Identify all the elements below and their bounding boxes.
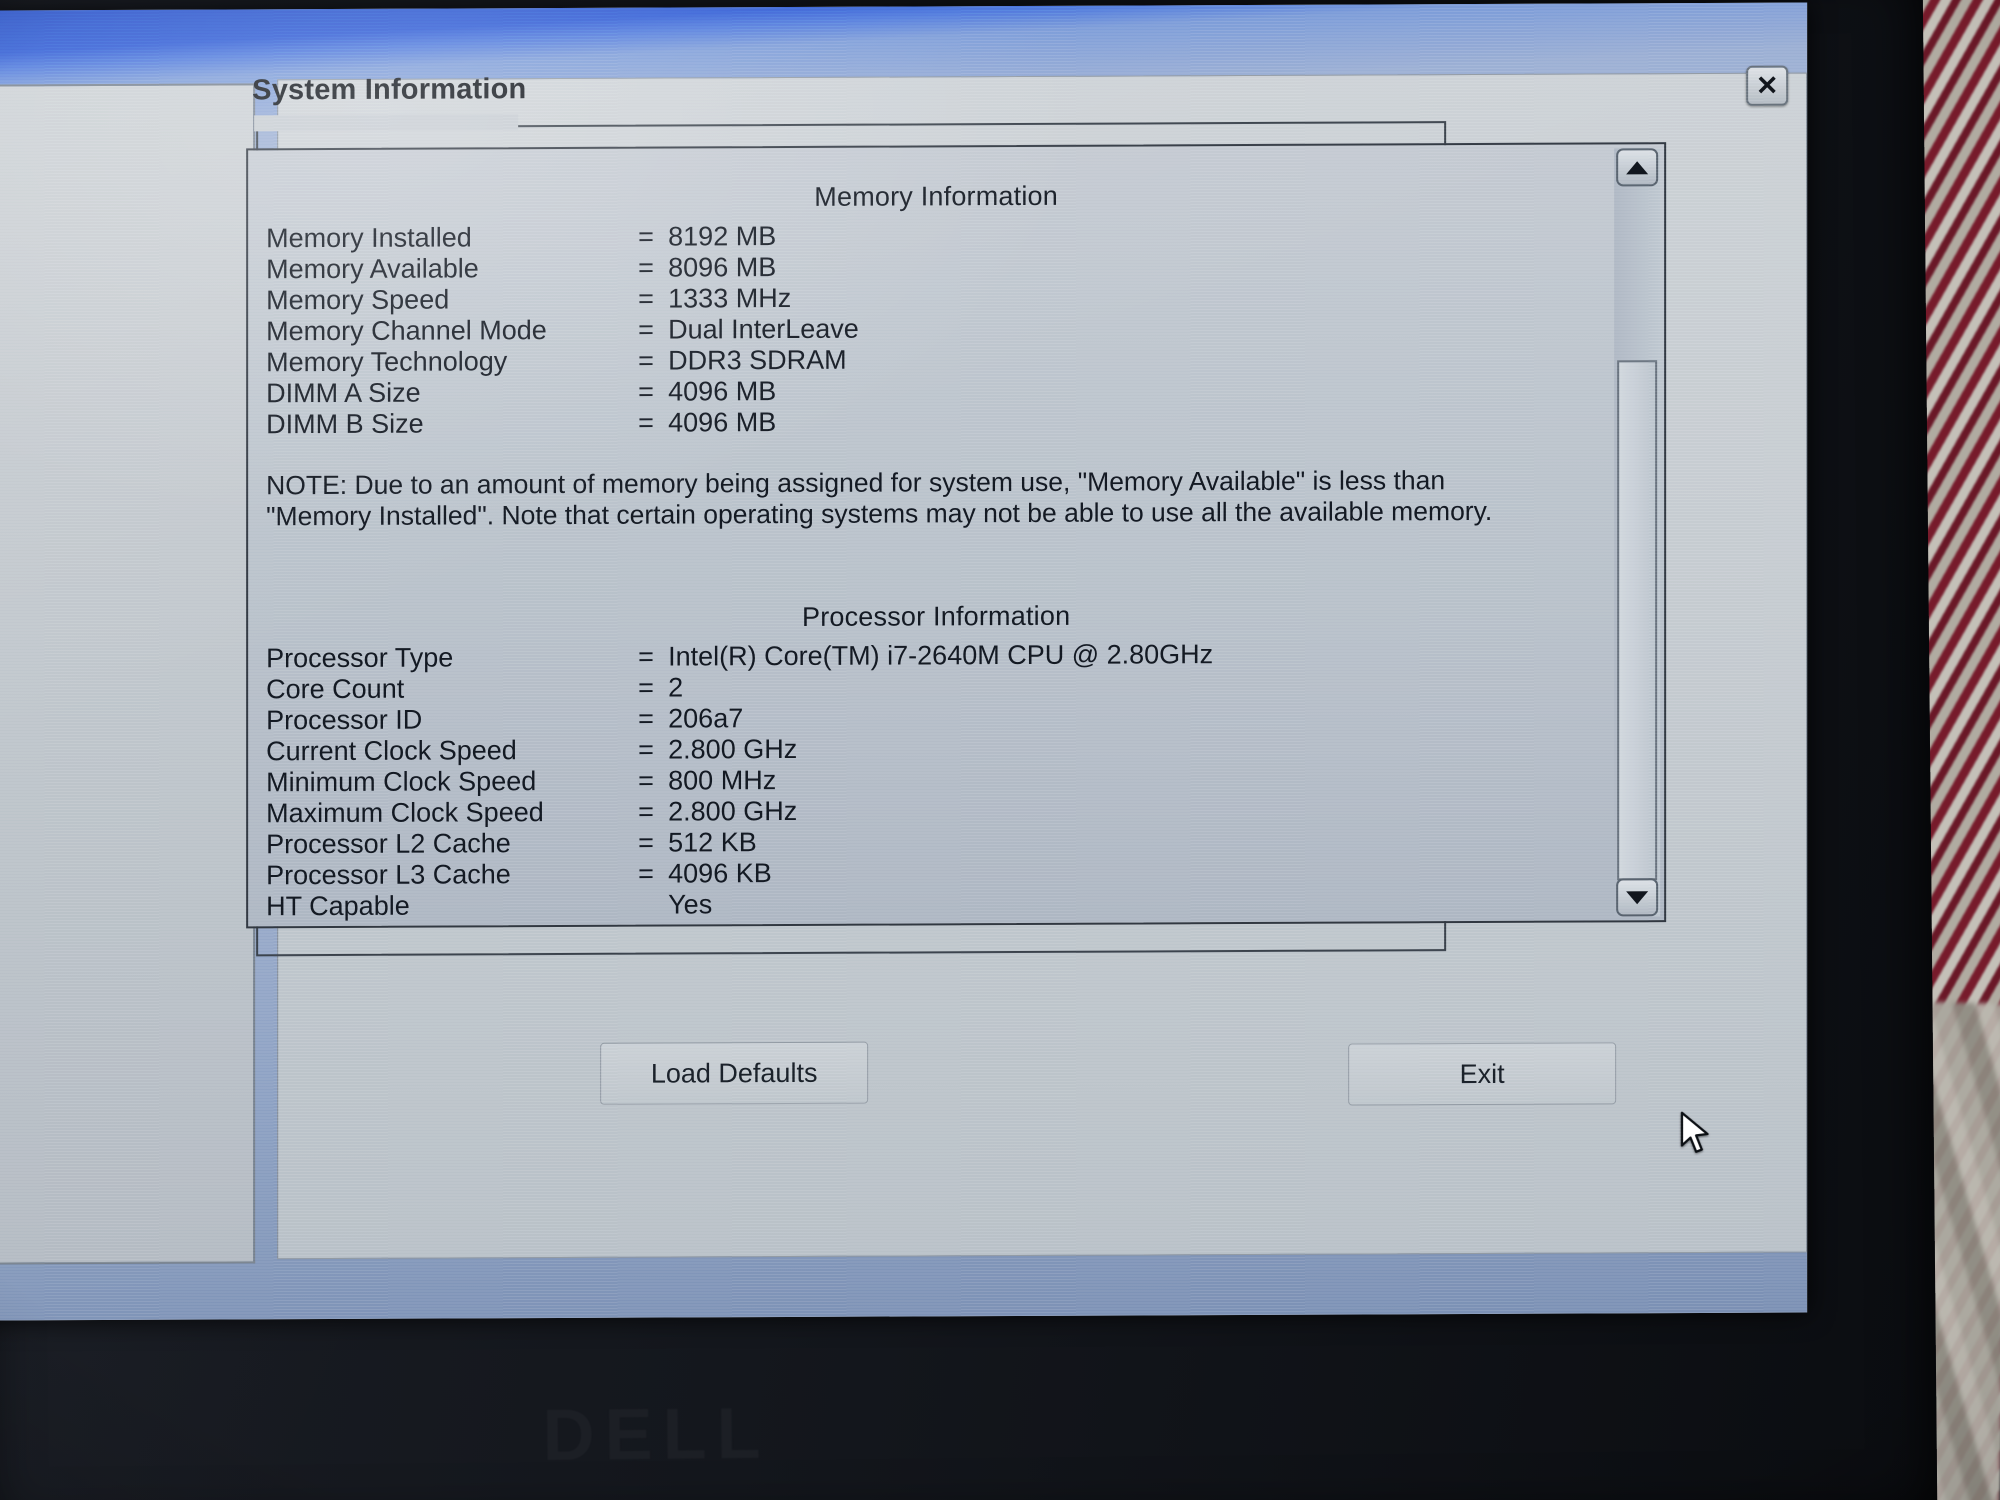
row-eq: = [638,734,654,765]
row-eq: = [638,407,654,438]
row-value: 8192 MB [668,221,777,252]
close-icon[interactable]: ✕ [1746,65,1789,106]
row-eq: = [638,827,654,858]
row-eq [638,921,668,929]
row-value: 2.800 GHz [668,733,798,765]
close-glyph: ✕ [1755,70,1779,101]
row-eq: = [638,641,654,672]
row-eq: = [638,283,654,314]
row-value: 2.800 GHz [668,795,798,827]
laptop-screen: ✕ System Information Memory Information … [0,2,1808,1321]
row-value: Intel(R) Core(TM) i7-2640M CPU @ 2.80GHz [668,639,1214,672]
scroll-down-arrow-glyph [1626,890,1649,904]
row-key: 64-Bit Technology [266,921,638,928]
row-key: DIMM B Size [266,408,424,440]
row-key: Processor Type [266,642,454,674]
row-eq: = [638,858,654,889]
row-value: 4096 MB [668,376,777,407]
row-key: Memory Technology [266,346,508,378]
row-value: Dual InterLeave [668,313,859,345]
row-eq [638,890,668,921]
section-title-processor: Processor Information [801,600,1071,632]
row-value: 2 [668,672,684,703]
row-eq: = [638,796,654,827]
row-value: 512 KB [668,827,757,858]
row-key: Processor ID [266,704,423,736]
system-information-groupbox: System Information Memory Information Me… [246,73,1667,957]
row-key: Processor L3 Cache [266,859,511,891]
memory-note: NOTE: Due to an amount of memory being a… [266,465,1493,532]
row-key: HT Capable [266,890,410,922]
legend-mask [254,114,519,132]
row-value: 4096 MB [668,407,777,438]
row-key: Minimum Clock Speed [266,766,537,798]
page-title: System Information [252,73,527,107]
row-key: Current Clock Speed [266,735,517,767]
photo-scene: DELL ✕ System Information Memory Informa… [0,0,2000,1500]
info-text-body: Memory Information Memory Installed = 81… [266,154,1606,929]
system-information-content: Memory Information Memory Installed = 81… [246,142,1667,929]
dell-logo: DELL [542,1393,771,1476]
row-key: Memory Speed [266,284,450,316]
row-value: DDR3 SDRAM [668,344,847,376]
section-title-memory: Memory Information [814,180,1058,212]
row-eq: = [638,376,654,407]
row-value: 4096 KB [668,858,772,889]
load-defaults-button[interactable]: Load Defaults [600,1041,869,1105]
row-key: Memory Installed [266,222,472,254]
row-eq: = [638,703,654,734]
row-value: Yes [668,889,713,920]
system-information-dialog: ✕ System Information Memory Information … [246,65,1808,1260]
vertical-scrollbar[interactable] [1614,148,1661,917]
row-value: 800 MHz [668,765,777,796]
info-row: DIMM B Size = 4096 MB [266,403,1606,440]
scroll-up-arrow-glyph [1626,160,1649,174]
row-key: Maximum Clock Speed [266,797,544,829]
row-value: 206a7 [668,703,744,734]
row-eq: = [638,221,654,252]
row-value: 8096 MB [668,252,777,283]
scroll-up-arrow-icon[interactable] [1616,148,1659,187]
scroll-down-arrow-icon[interactable] [1616,878,1659,917]
background-window-panel [0,83,256,1265]
row-value: 1333 MHz [668,282,792,314]
row-key: Core Count [266,673,405,705]
row-eq: = [638,252,654,283]
mouse-cursor [1680,1111,1709,1153]
scrollbar-thumb[interactable] [1617,360,1658,881]
laptop-chassis: DELL ✕ System Information Memory Informa… [0,0,1938,1500]
row-eq: = [638,314,654,345]
row-key: DIMM A Size [266,377,421,409]
row-eq: = [638,345,654,376]
exit-button[interactable]: Exit [1348,1042,1617,1106]
row-key: Processor L2 Cache [266,828,511,860]
row-eq: = [638,765,654,796]
row-key: Memory Channel Mode [266,315,547,347]
row-key: Memory Available [266,253,479,285]
row-eq: = [638,672,654,703]
